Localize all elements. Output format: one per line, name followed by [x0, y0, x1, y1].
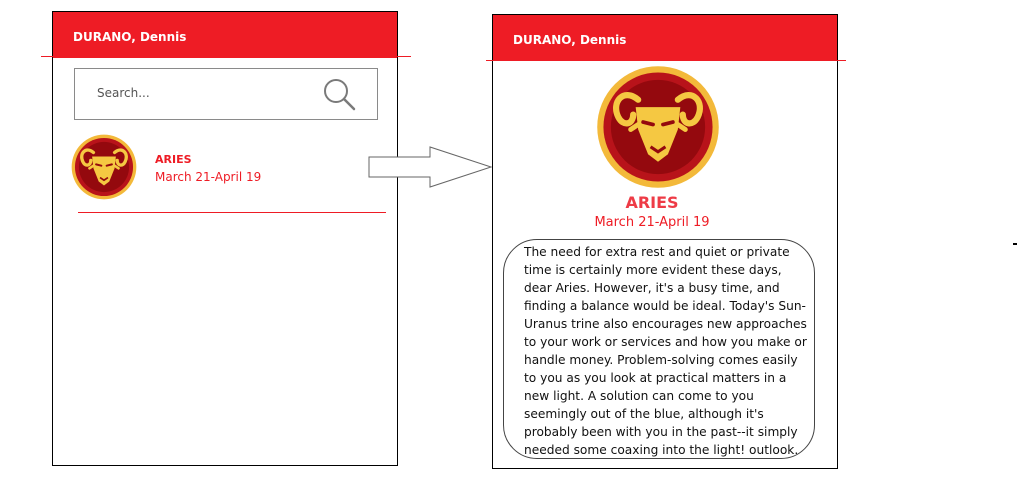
detail-screen: DURANO, Dennis ARIES March 21-April 19 T…	[492, 14, 838, 469]
app-header: DURANO, Dennis	[493, 15, 837, 61]
sign-name: ARIES	[155, 153, 192, 166]
sign-name: ARIES	[625, 193, 679, 212]
search-bar[interactable]	[74, 68, 378, 120]
stray-mark	[1013, 243, 1017, 245]
list-item-aries[interactable]: ARIES March 21-April 19	[71, 134, 381, 200]
user-name: DURANO, Dennis	[513, 33, 627, 47]
search-input[interactable]	[97, 83, 297, 103]
header-underline	[486, 60, 846, 61]
sign-dates: March 21-April 19	[594, 215, 710, 230]
aries-sign-icon	[71, 134, 137, 200]
horoscope-text: The need for extra rest and quiet or pri…	[524, 245, 807, 457]
aries-sign-icon	[597, 66, 719, 188]
list-divider	[78, 212, 386, 213]
app-header: DURANO, Dennis	[53, 12, 397, 58]
right-arrow-icon	[368, 146, 493, 188]
header-underline	[41, 56, 411, 57]
list-screen: DURANO, Dennis ARIES March 21-April 19	[52, 11, 398, 466]
user-name: DURANO, Dennis	[73, 30, 187, 44]
sign-dates: March 21-April 19	[155, 170, 262, 184]
search-icon[interactable]	[321, 76, 357, 112]
